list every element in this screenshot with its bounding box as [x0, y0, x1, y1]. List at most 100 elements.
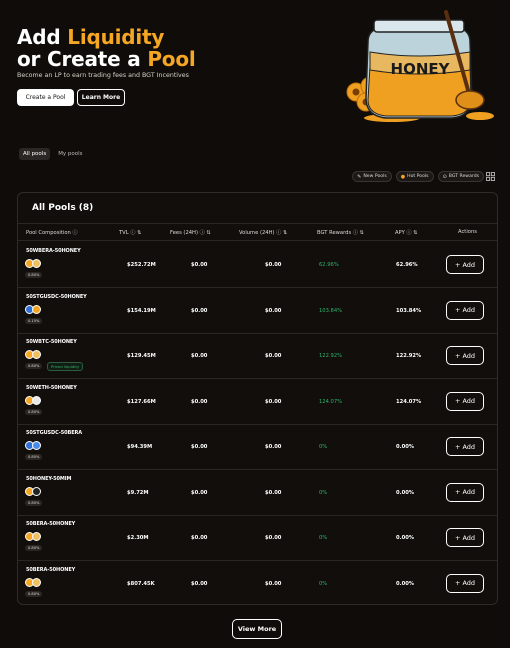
bgt-rewards-value: 0%	[319, 535, 328, 541]
title-text: or Create a	[17, 47, 148, 71]
grid-view-icon[interactable]	[486, 172, 495, 181]
apy-value: 0.00%	[396, 580, 414, 587]
pool-name[interactable]: 50HONEY-50MIM	[26, 476, 72, 482]
title-text: Add	[17, 25, 68, 49]
filter-hot-pools[interactable]: ● Hot Pools	[395, 171, 434, 182]
add-liquidity-button[interactable]: + Add	[446, 573, 484, 593]
bgt-rewards-value: 124.07%	[319, 398, 343, 405]
apy-value: 0.00%	[396, 444, 414, 450]
token-icon	[32, 304, 41, 314]
token-icon	[32, 486, 41, 496]
volume-value: $0.00	[265, 262, 282, 268]
tab-all-pools[interactable]: All pools	[19, 148, 51, 160]
add-liquidity-button[interactable]: + Add	[446, 255, 484, 274]
pools-table-panel: All Pools (8) Pool Composition ⓘ TVL ⓘ ⇅…	[17, 192, 498, 605]
bgt-icon: ⊙	[442, 173, 447, 180]
fee-badge: 0.80%	[25, 499, 43, 506]
fee-badge: 0.80%	[25, 363, 43, 369]
tvl-value: $252.72M	[127, 262, 156, 268]
add-liquidity-button[interactable]: + Add	[446, 300, 484, 320]
title-accent: Pool	[147, 47, 196, 71]
fee-badge: 0.80%	[25, 408, 43, 415]
table-row: 50HONEY-50MIM 0.80% $9.72M $0.00 $0.00 0…	[18, 470, 497, 516]
title-line-1: Add Liquidity	[17, 26, 196, 48]
pool-name[interactable]: 50WBERA-50HONEY	[26, 248, 81, 254]
pool-name[interactable]: 50STGUSDC-50HONEY	[26, 294, 87, 300]
apy-value: 62.96%	[396, 262, 418, 268]
table-row: 50STGUSDC-50BERA 0.80% $94.39M $0.00 $0.…	[18, 424, 497, 470]
token-icon	[32, 532, 41, 541]
add-liquidity-button[interactable]: + Add	[446, 391, 484, 411]
tvl-value: $2.30M	[127, 535, 149, 541]
token-icons	[25, 486, 41, 496]
col-fees[interactable]: Fees (24H) ⓘ ⇅	[170, 229, 211, 236]
col-apy[interactable]: APY ⓘ ⇅	[395, 229, 418, 236]
col-tvl[interactable]: TVL ⓘ ⇅	[119, 229, 141, 236]
tvl-value: $807.45K	[127, 580, 155, 587]
add-liquidity-button[interactable]: + Add	[446, 482, 484, 502]
pool-name[interactable]: 50BERA-50HONEY	[26, 567, 75, 573]
col-bgt-rewards[interactable]: BGT Rewards ⓘ ⇅	[317, 229, 364, 236]
filter-label: BGT Rewards	[448, 174, 479, 179]
pool-name[interactable]: 50STGUSDC-50BERA	[26, 430, 82, 436]
pool-tabs: All pools My pools	[19, 148, 87, 160]
pool-name[interactable]: 50WETH-50HONEY	[26, 385, 77, 391]
filter-bgt-rewards[interactable]: ⊙ BGT Rewards	[437, 171, 484, 182]
token-icons	[25, 259, 41, 268]
token-icons	[25, 441, 41, 450]
token-icon	[32, 395, 41, 405]
bgt-rewards-value: 122.92%	[319, 353, 343, 359]
add-liquidity-button[interactable]: + Add	[446, 346, 484, 365]
token-icons	[25, 350, 41, 359]
token-icon	[32, 259, 41, 268]
bgt-rewards-value: 103.84%	[319, 307, 343, 314]
add-liquidity-button[interactable]: + Add	[446, 437, 484, 456]
pool-name[interactable]: 50WBTC-50HONEY	[26, 339, 77, 345]
token-icon	[32, 441, 41, 450]
page-subtitle: Become an LP to earn trading fees and BG…	[17, 72, 189, 79]
flame-icon: ●	[400, 173, 406, 180]
fees-value: $0.00	[191, 398, 208, 405]
table-row: 50BERA-50HONEY 0.80% $2.30M $0.00 $0.00 …	[18, 515, 497, 561]
create-pool-button[interactable]: Create a Pool	[17, 89, 74, 106]
fee-badge: 0.15%	[25, 317, 43, 324]
page-title: Add Liquidity or Create a Pool	[17, 26, 196, 70]
col-volume[interactable]: Volume (24H) ⓘ ⇅	[239, 229, 287, 236]
fee-badge: 0.80%	[25, 272, 43, 278]
pool-name[interactable]: 50BERA-50HONEY	[26, 521, 75, 527]
tvl-value: $129.45M	[127, 353, 156, 359]
table-row: 50WBERA-50HONEY 0.80% $252.72M $0.00 $0.…	[18, 242, 497, 288]
sparkle-icon: ✎	[357, 173, 362, 180]
filter-new-pools[interactable]: ✎ New Pools	[352, 171, 392, 182]
tab-my-pools[interactable]: My pools	[54, 148, 86, 160]
bgt-rewards-value: 0%	[319, 580, 328, 587]
apy-value: 0.00%	[396, 489, 414, 496]
fees-value: $0.00	[191, 262, 208, 268]
volume-value: $0.00	[265, 444, 282, 450]
volume-value: $0.00	[265, 489, 282, 496]
view-more-button[interactable]: View More	[232, 619, 282, 639]
volume-value: $0.00	[265, 535, 282, 541]
volume-value: $0.00	[265, 307, 282, 314]
token-icons	[25, 304, 41, 314]
volume-value: $0.00	[265, 580, 282, 587]
fees-value: $0.00	[191, 307, 208, 314]
learn-more-button[interactable]: Learn More	[77, 89, 125, 106]
table-header: Pool Composition ⓘ TVL ⓘ ⇅ Fees (24H) ⓘ …	[18, 223, 497, 241]
title-accent: Liquidity	[67, 25, 165, 49]
token-icons	[25, 395, 41, 405]
filter-label: New Pools	[363, 174, 387, 179]
add-liquidity-button[interactable]: + Add	[446, 528, 484, 547]
token-icons	[25, 577, 41, 587]
table-row: 50STGUSDC-50HONEY 0.15% $154.19M $0.00 $…	[18, 288, 497, 334]
token-icon	[32, 350, 41, 359]
fees-value: $0.00	[191, 535, 208, 541]
token-icon	[32, 577, 41, 587]
panel-title: All Pools (8)	[32, 203, 94, 213]
table-row: 50BERA-50HONEY 0.80% $807.45K $0.00 $0.0…	[18, 561, 497, 605]
apy-value: 103.84%	[396, 307, 422, 314]
tvl-value: $127.66M	[127, 398, 156, 405]
col-composition: Pool Composition ⓘ	[26, 230, 78, 236]
bgt-rewards-value: 62.96%	[319, 262, 339, 268]
token-icons	[25, 532, 41, 541]
